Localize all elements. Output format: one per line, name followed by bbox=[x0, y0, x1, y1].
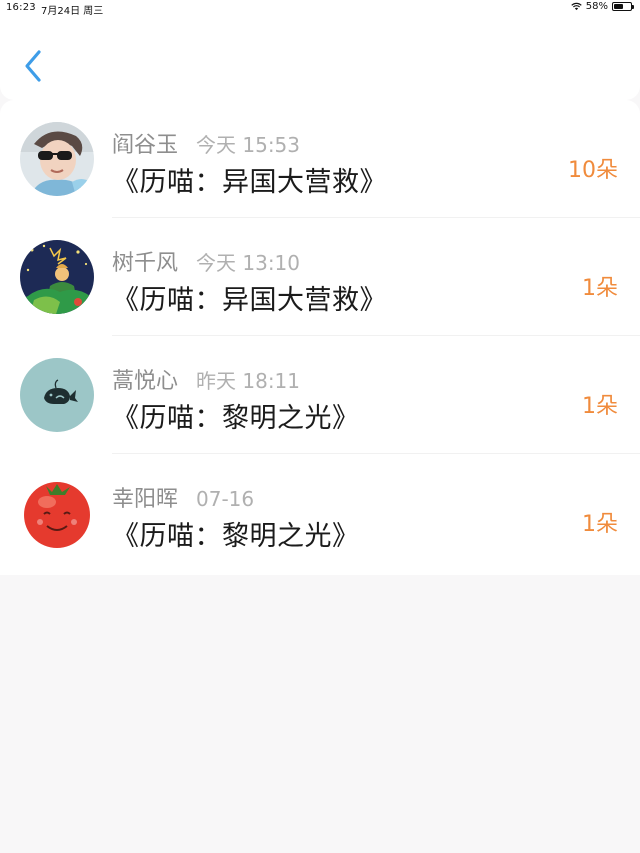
book-title: 《历喵：异国大营救》 bbox=[112, 167, 387, 198]
post-time: 今天 15:53 bbox=[196, 133, 301, 157]
item-meta: 蒿悦心 昨天 18:11 bbox=[112, 363, 300, 395]
item-meta: 幸阳晖 07-16 bbox=[112, 481, 254, 513]
avatar[interactable] bbox=[20, 122, 94, 196]
status-time: 16:23 bbox=[6, 2, 36, 13]
avatar[interactable] bbox=[20, 358, 94, 432]
status-bar: 16:23 7月24日 周三 58% bbox=[0, 0, 640, 17]
battery-level bbox=[614, 4, 624, 9]
item-meta: 树千风 今天 13:10 bbox=[112, 245, 300, 277]
chevron-left-icon bbox=[25, 50, 41, 82]
navigation-bar bbox=[0, 16, 640, 100]
avatar-boy-sunglasses-icon bbox=[20, 122, 94, 196]
item-meta: 阎谷玉 今天 15:53 bbox=[112, 127, 300, 159]
user-name: 阎谷玉 bbox=[112, 133, 179, 158]
avatar-whale-icon bbox=[20, 358, 94, 432]
avatar[interactable] bbox=[20, 476, 94, 550]
list-item[interactable]: 幸阳晖 07-16 《历喵：黎明之光》 1朵 bbox=[0, 454, 640, 572]
back-button[interactable] bbox=[18, 46, 50, 86]
book-title: 《历喵：黎明之光》 bbox=[112, 403, 360, 434]
status-date: 7月24日 周三 bbox=[41, 6, 104, 17]
post-time: 昨天 18:11 bbox=[196, 369, 301, 393]
list-item[interactable]: 阎谷玉 今天 15:53 《历喵：异国大营救》 10朵 bbox=[0, 100, 640, 218]
flower-count: 1朵 bbox=[582, 394, 618, 419]
flower-count: 10朵 bbox=[568, 158, 618, 183]
avatar-little-prince-icon bbox=[20, 240, 94, 314]
post-time: 07-16 bbox=[196, 487, 255, 511]
flower-count: 1朵 bbox=[582, 512, 618, 537]
status-indicators: 58% bbox=[571, 1, 634, 12]
battery-percent: 58% bbox=[585, 1, 608, 12]
user-name: 树千风 bbox=[112, 251, 179, 276]
avatar[interactable] bbox=[20, 240, 94, 314]
gift-list: 阎谷玉 今天 15:53 《历喵：异国大营救》 10朵 树千风 今天 13:10… bbox=[0, 100, 640, 575]
avatar-tomato-icon bbox=[20, 476, 94, 550]
battery-icon bbox=[612, 2, 634, 11]
post-time: 今天 13:10 bbox=[196, 251, 301, 275]
user-name: 蒿悦心 bbox=[112, 369, 179, 394]
wifi-icon bbox=[571, 2, 582, 11]
list-item[interactable]: 蒿悦心 昨天 18:11 《历喵：黎明之光》 1朵 bbox=[0, 336, 640, 454]
flower-count: 1朵 bbox=[582, 276, 618, 301]
list-item[interactable]: 树千风 今天 13:10 《历喵：异国大营救》 1朵 bbox=[0, 218, 640, 336]
book-title: 《历喵：黎明之光》 bbox=[112, 521, 360, 552]
book-title: 《历喵：异国大营救》 bbox=[112, 285, 387, 316]
user-name: 幸阳晖 bbox=[112, 487, 179, 512]
